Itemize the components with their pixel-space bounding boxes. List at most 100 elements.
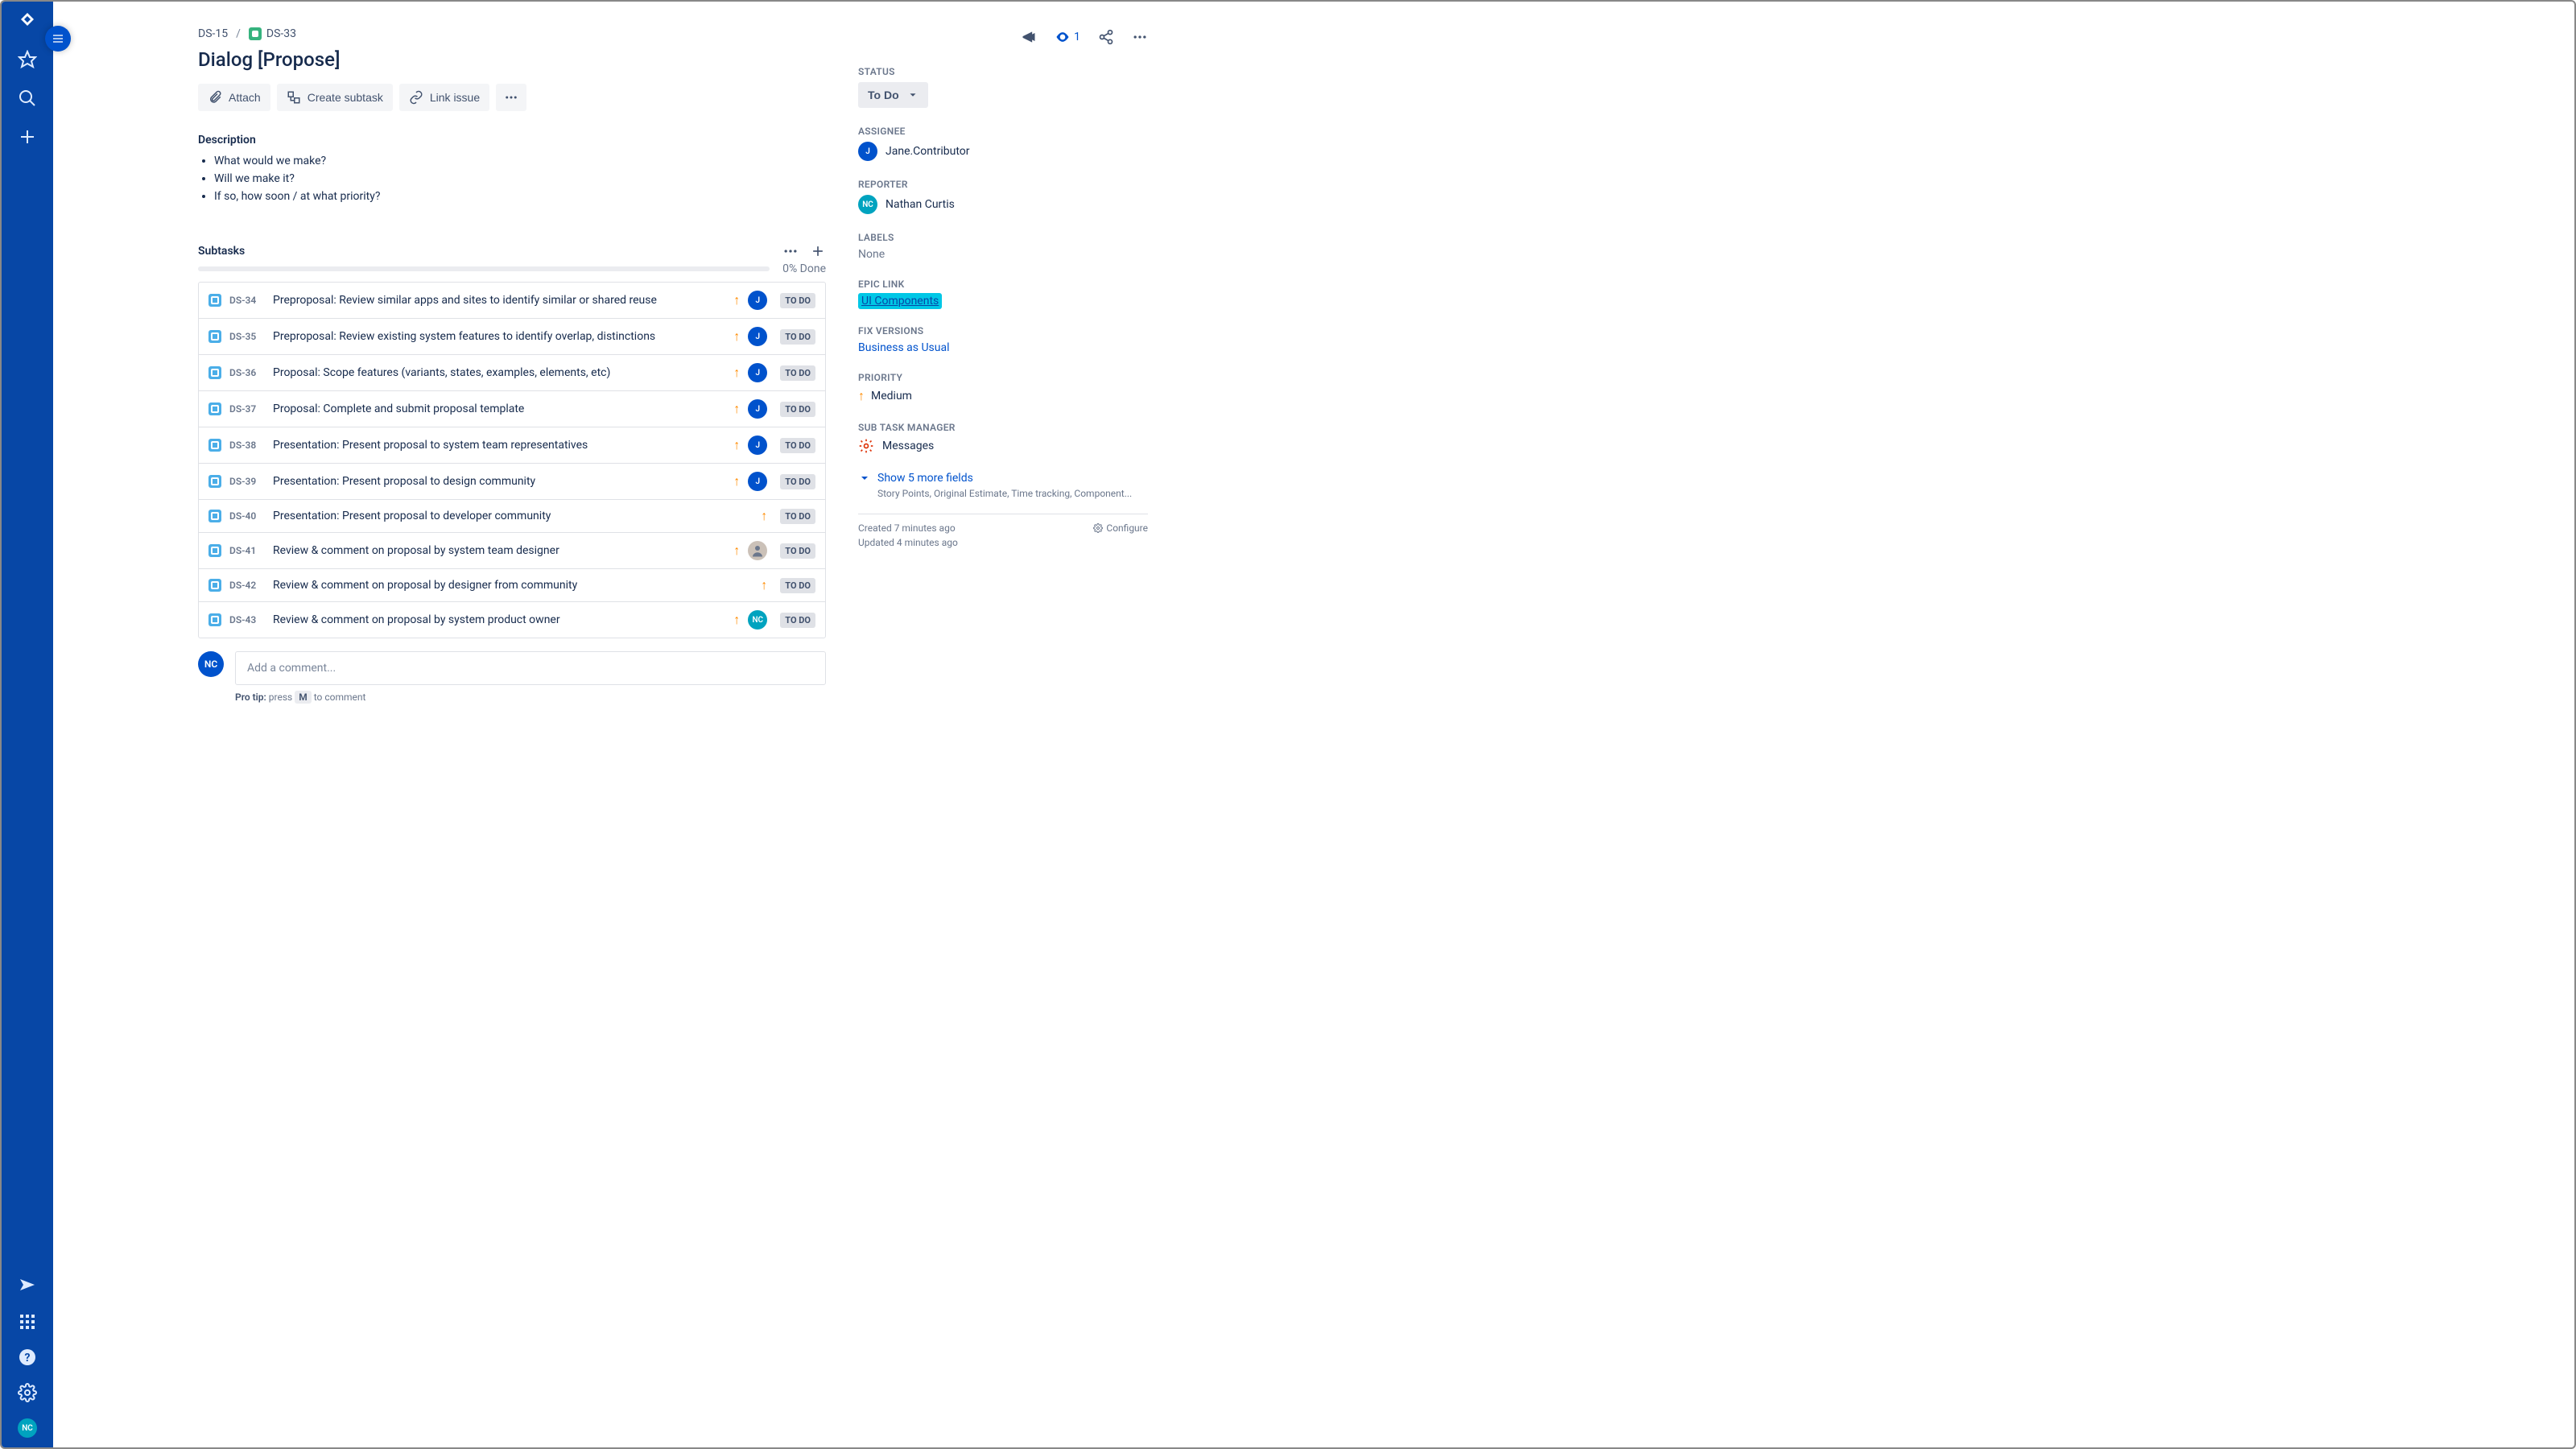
priority-arrow-icon: ↑ — [733, 612, 740, 628]
subtask-key[interactable]: DS-40 — [229, 510, 265, 522]
subtask-icon — [287, 90, 301, 105]
subtask-title[interactable]: Presentation: Present proposal to design… — [273, 475, 725, 488]
breadcrumb-separator: / — [236, 27, 241, 40]
subtask-row[interactable]: DS-34 Preproposal: Review similar apps an… — [199, 283, 825, 319]
subtask-assignee-avatar: J — [748, 472, 767, 491]
subtask-title[interactable]: Preproposal: Review similar apps and sit… — [273, 294, 725, 307]
subtask-row[interactable]: DS-43 Review & comment on proposal by sys… — [199, 602, 825, 638]
configure-link[interactable]: Configure — [1093, 522, 1148, 534]
priority-arrow-icon: ↑ — [761, 508, 767, 524]
subtask-title[interactable]: Preproposal: Review existing system feat… — [273, 330, 725, 343]
subtask-row[interactable]: DS-35 Preproposal: Review existing system… — [199, 319, 825, 355]
feedback-icon[interactable] — [1021, 29, 1037, 45]
app-switcher-icon[interactable] — [18, 1312, 37, 1331]
subtask-key[interactable]: DS-35 — [229, 331, 265, 342]
status-dropdown[interactable]: To Do — [858, 82, 928, 108]
jira-logo-icon[interactable] — [18, 11, 37, 31]
priority-arrow-icon: ↑ — [733, 401, 740, 417]
subtask-type-icon — [208, 330, 221, 343]
epic-link[interactable]: UI Components — [858, 293, 942, 309]
reporter-avatar: NC — [858, 195, 877, 214]
breadcrumb-current[interactable]: DS-33 — [249, 27, 296, 40]
paperclip-icon — [208, 90, 222, 105]
share-icon[interactable] — [1098, 29, 1114, 45]
subtask-key[interactable]: DS-38 — [229, 440, 265, 451]
subtask-assignee-avatar — [748, 541, 767, 560]
subtask-title[interactable]: Review & comment on proposal by system p… — [273, 613, 725, 626]
subtask-key[interactable]: DS-34 — [229, 295, 265, 306]
subtask-assignee-avatar: NC — [748, 610, 767, 630]
subtasks-more-icon[interactable] — [782, 243, 799, 259]
link-issue-button[interactable]: Link issue — [399, 84, 489, 111]
settings-icon[interactable] — [18, 1383, 37, 1402]
subtask-assignee-avatar: J — [748, 436, 767, 455]
link-icon — [409, 90, 423, 105]
notification-icon[interactable] — [18, 1277, 37, 1296]
subtask-status[interactable]: TO DO — [780, 365, 815, 381]
chevron-down-icon — [907, 89, 919, 101]
subtask-key[interactable]: DS-39 — [229, 476, 265, 487]
subtask-key[interactable]: DS-36 — [229, 367, 265, 378]
priority-arrow-icon: ↑ — [733, 292, 740, 308]
subtask-title[interactable]: Review & comment on proposal by system t… — [273, 544, 725, 557]
subtask-title[interactable]: Presentation: Present proposal to system… — [273, 439, 725, 452]
show-more-fields[interactable]: Show 5 more fields — [858, 472, 1148, 485]
subtask-key[interactable]: DS-43 — [229, 614, 265, 625]
subtask-status[interactable]: TO DO — [780, 438, 815, 453]
subtask-status[interactable]: TO DO — [780, 543, 815, 559]
subtask-status[interactable]: TO DO — [780, 474, 815, 489]
subtask-status[interactable]: TO DO — [780, 578, 815, 593]
subtask-title[interactable]: Review & comment on proposal by designer… — [273, 579, 753, 592]
subtask-row[interactable]: DS-38 Presentation: Present proposal to s… — [199, 427, 825, 464]
subtask-title[interactable]: Proposal: Scope features (variants, stat… — [273, 366, 725, 379]
watchers-button[interactable]: 1 — [1055, 29, 1080, 45]
subtask-assignee-avatar: J — [748, 399, 767, 419]
subtask-row[interactable]: DS-40 Presentation: Present proposal to d… — [199, 500, 825, 533]
created-timestamp: Created 7 minutes ago — [858, 522, 956, 534]
stm-field[interactable]: Messages — [858, 438, 1148, 454]
eye-icon — [1055, 29, 1071, 45]
comment-input[interactable]: Add a comment... — [235, 651, 826, 685]
subtask-key[interactable]: DS-37 — [229, 403, 265, 415]
create-subtask-button[interactable]: Create subtask — [277, 84, 393, 111]
description-content[interactable]: What would we make?Will we make it?If so… — [198, 155, 826, 203]
attach-button[interactable]: Attach — [198, 84, 270, 111]
subtask-row[interactable]: DS-39 Presentation: Present proposal to d… — [199, 464, 825, 500]
assignee-field[interactable]: J Jane.Contributor — [858, 142, 1148, 161]
breadcrumb-parent[interactable]: DS-15 — [198, 27, 228, 40]
breadcrumb: DS-15 / DS-33 — [198, 27, 826, 40]
star-icon[interactable] — [18, 50, 37, 69]
epic-label: EPIC LINK — [858, 279, 1148, 290]
subtask-title[interactable]: Proposal: Complete and submit proposal t… — [273, 402, 725, 415]
subtask-status[interactable]: TO DO — [780, 293, 815, 308]
subtask-row[interactable]: DS-42 Review & comment on proposal by des… — [199, 569, 825, 602]
subtask-key[interactable]: DS-41 — [229, 545, 265, 556]
search-icon[interactable] — [18, 89, 37, 108]
issue-title[interactable]: Dialog [Propose] — [198, 48, 826, 71]
subtask-row[interactable]: DS-41 Review & comment on proposal by sys… — [199, 533, 825, 569]
profile-avatar[interactable]: NC — [18, 1418, 37, 1438]
subtask-type-icon — [208, 366, 221, 379]
labels-field[interactable]: None — [858, 248, 1148, 261]
subtask-status[interactable]: TO DO — [780, 613, 815, 628]
subtasks-add-icon[interactable] — [810, 243, 826, 259]
subtask-status[interactable]: TO DO — [780, 509, 815, 524]
reporter-label: REPORTER — [858, 179, 1148, 190]
priority-field[interactable]: ↑ Medium — [858, 388, 1148, 404]
subtask-row[interactable]: DS-36 Proposal: Scope features (variants,… — [199, 355, 825, 391]
fix-versions-field[interactable]: Business as Usual — [858, 341, 950, 354]
help-icon[interactable]: ? — [18, 1348, 37, 1367]
subtask-status[interactable]: TO DO — [780, 329, 815, 345]
subtask-title[interactable]: Presentation: Present proposal to develo… — [273, 510, 753, 522]
subtask-status[interactable]: TO DO — [780, 402, 815, 417]
plus-icon[interactable] — [18, 127, 37, 147]
description-item: What would we make? — [214, 155, 826, 167]
subtask-key[interactable]: DS-42 — [229, 580, 265, 591]
more-actions-button[interactable] — [496, 84, 526, 111]
issue-more-icon[interactable] — [1132, 29, 1148, 45]
subtask-row[interactable]: DS-37 Proposal: Complete and submit propo… — [199, 391, 825, 427]
labels-label: LABELS — [858, 232, 1148, 243]
assignee-avatar: J — [858, 142, 877, 161]
priority-arrow-icon: ↑ — [733, 328, 740, 345]
reporter-field[interactable]: NC Nathan Curtis — [858, 195, 1148, 214]
